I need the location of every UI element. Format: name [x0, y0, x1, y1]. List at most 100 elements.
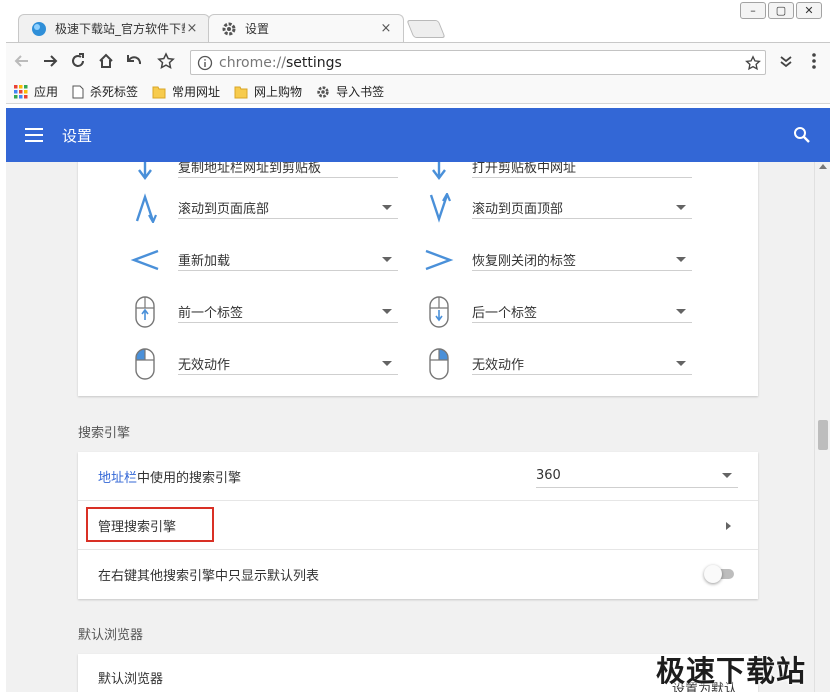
star-icon[interactable] [741, 54, 765, 71]
gesture-up-down-icon [128, 191, 162, 225]
tab-close-icon[interactable]: × [185, 21, 199, 36]
url-text: chrome://settings [219, 54, 342, 71]
gesture-down-icon [422, 162, 456, 184]
settings-header: 设置 [6, 108, 830, 162]
title-bar: 极速下载站_官方软件下载 × 设置 × – ▢ ✕ [0, 0, 836, 42]
dropdown-caret-icon [676, 205, 686, 210]
bookmark-apps[interactable]: 应用 [14, 83, 58, 100]
mouse-scroll-up-icon [128, 295, 162, 329]
window-frame [830, 42, 836, 697]
gesture-left-right-icon [422, 243, 456, 277]
dropdown-caret-icon [676, 309, 686, 314]
gear-icon [316, 85, 330, 99]
gesture-right-left-icon [128, 243, 162, 277]
gesture-action-select[interactable]: 滚动到页面底部 [178, 197, 398, 219]
dropdown-caret-icon [382, 309, 392, 314]
bookmark-import[interactable]: 导入书签 [316, 83, 384, 100]
chevron-right-icon [726, 522, 731, 530]
default-browser-section-title: 默认浏览器 [78, 628, 144, 643]
gesture-row-scroll-bottom: 滚动到页面底部 [128, 191, 398, 225]
gesture-row-reload: 重新加载 [128, 243, 398, 277]
more-menu-icon[interactable] [804, 51, 824, 71]
site-favicon-icon [31, 21, 47, 37]
search-engine-row: 地址栏 中使用的搜索引擎 360 [78, 452, 758, 501]
gesture-action-select[interactable]: 重新加载 [178, 249, 398, 271]
back-icon[interactable] [12, 51, 32, 71]
manage-search-engines-row[interactable]: 管理搜索引擎 [78, 501, 758, 550]
dropdown-caret-icon [382, 257, 392, 262]
restore-button[interactable]: ▢ [768, 2, 794, 19]
tab-jisu-download[interactable]: 极速下载站_官方软件下载 × [18, 14, 210, 42]
gesture-row-right-click: 无效动作 [422, 347, 692, 381]
browser-toolbar: chrome://settings [0, 42, 836, 80]
page-scrollbar[interactable] [814, 162, 830, 692]
search-engine-section-title: 搜索引擎 [78, 426, 131, 441]
gesture-action-select[interactable]: 滚动到页面顶部 [472, 197, 692, 219]
gesture-action-select[interactable]: 恢复刚关闭的标签 [472, 249, 692, 271]
gesture-row-scroll-top: 滚动到页面顶部 [422, 191, 692, 225]
gesture-row-left-click: 无效动作 [128, 347, 398, 381]
forward-icon[interactable] [40, 51, 60, 71]
tab-title: 设置 [245, 22, 270, 36]
gesture-row-copy-url: 复制地址栏网址到剪贴板 [128, 162, 398, 184]
dropdown-caret-icon [676, 361, 686, 366]
minimize-button[interactable]: – [740, 2, 766, 19]
search-engine-select[interactable]: 360 [536, 464, 738, 488]
dropdown-caret-icon [382, 361, 392, 366]
address-bar[interactable]: chrome://settings [190, 50, 766, 75]
tab-close-icon[interactable]: × [379, 21, 393, 36]
home-icon[interactable] [96, 51, 116, 71]
new-tab-button[interactable] [406, 20, 446, 38]
scrollbar-thumb[interactable] [818, 420, 828, 450]
gesture-row-next-tab: 后一个标签 [422, 295, 692, 329]
search-icon[interactable] [774, 126, 830, 144]
undo-close-icon[interactable] [124, 51, 144, 71]
settings-gear-icon [221, 21, 237, 37]
mouse-left-click-icon [128, 347, 162, 381]
dropdown-caret-icon [676, 257, 686, 262]
context-menu-default-toggle[interactable] [704, 565, 736, 583]
dropdown-caret-icon [382, 205, 392, 210]
folder-icon [152, 85, 166, 99]
reload-icon[interactable] [68, 51, 88, 71]
gesture-row-prev-tab: 前一个标签 [128, 295, 398, 329]
context-menu-default-label: 在右键其他搜索引擎中只显示默认列表 [98, 569, 320, 584]
context-menu-default-row: 在右键其他搜索引擎中只显示默认列表 [78, 550, 758, 599]
page-icon [72, 85, 84, 99]
bookmark-star-icon[interactable] [156, 51, 176, 71]
mouse-gesture-card: 复制地址栏网址到剪贴板 打开剪贴板中网址 滚动到页面底部 滚动到页面顶部 重新加… [78, 162, 758, 396]
gesture-row-restore-tab: 恢复刚关闭的标签 [422, 243, 692, 277]
tab-settings[interactable]: 设置 × [208, 14, 404, 42]
close-window-button[interactable]: ✕ [796, 2, 822, 19]
gesture-action-select[interactable]: 无效动作 [472, 353, 692, 375]
page-title: 设置 [62, 126, 93, 145]
watermark-text: 极速下载站 [656, 654, 807, 688]
bookmarks-bar: 应用 杀死标签 常用网址 网上购物 导入书签 [0, 80, 836, 104]
highlight-box [86, 507, 214, 542]
gesture-down-up-icon [422, 191, 456, 225]
gesture-action-select[interactable]: 无效动作 [178, 353, 398, 375]
gesture-down-icon [128, 162, 162, 184]
gesture-action-select[interactable]: 复制地址栏网址到剪贴板 [178, 162, 398, 178]
default-browser-title: 默认浏览器 [98, 672, 164, 687]
search-engine-card: 地址栏 中使用的搜索引擎 360 管理搜索引擎 在右键其他搜索引擎中只显示默认列表 [78, 452, 758, 599]
address-bar-link[interactable]: 地址栏 [98, 467, 137, 486]
mouse-scroll-down-icon [422, 295, 456, 329]
settings-content: 复制地址栏网址到剪贴板 打开剪贴板中网址 滚动到页面底部 滚动到页面顶部 重新加… [6, 162, 814, 692]
dropdown-caret-icon [722, 473, 732, 478]
bookmark-kill-tabs[interactable]: 杀死标签 [72, 83, 138, 100]
folder-icon [234, 85, 248, 99]
apps-grid-icon [14, 84, 28, 99]
bookmark-common-sites[interactable]: 常用网址 [152, 83, 220, 100]
gesture-action-select[interactable]: 打开剪贴板中网址 [472, 162, 692, 178]
window-controls: – ▢ ✕ [738, 2, 822, 19]
mouse-right-click-icon [422, 347, 456, 381]
hamburger-menu-icon[interactable] [6, 128, 62, 142]
extension-menu-icon[interactable] [776, 51, 796, 71]
tab-title: 极速下载站_官方软件下载 [55, 22, 185, 36]
info-icon[interactable] [191, 55, 219, 71]
gesture-action-select[interactable]: 后一个标签 [472, 301, 692, 323]
bookmark-shopping[interactable]: 网上购物 [234, 83, 302, 100]
gesture-action-select[interactable]: 前一个标签 [178, 301, 398, 323]
scroll-up-arrow-icon[interactable] [819, 164, 827, 169]
